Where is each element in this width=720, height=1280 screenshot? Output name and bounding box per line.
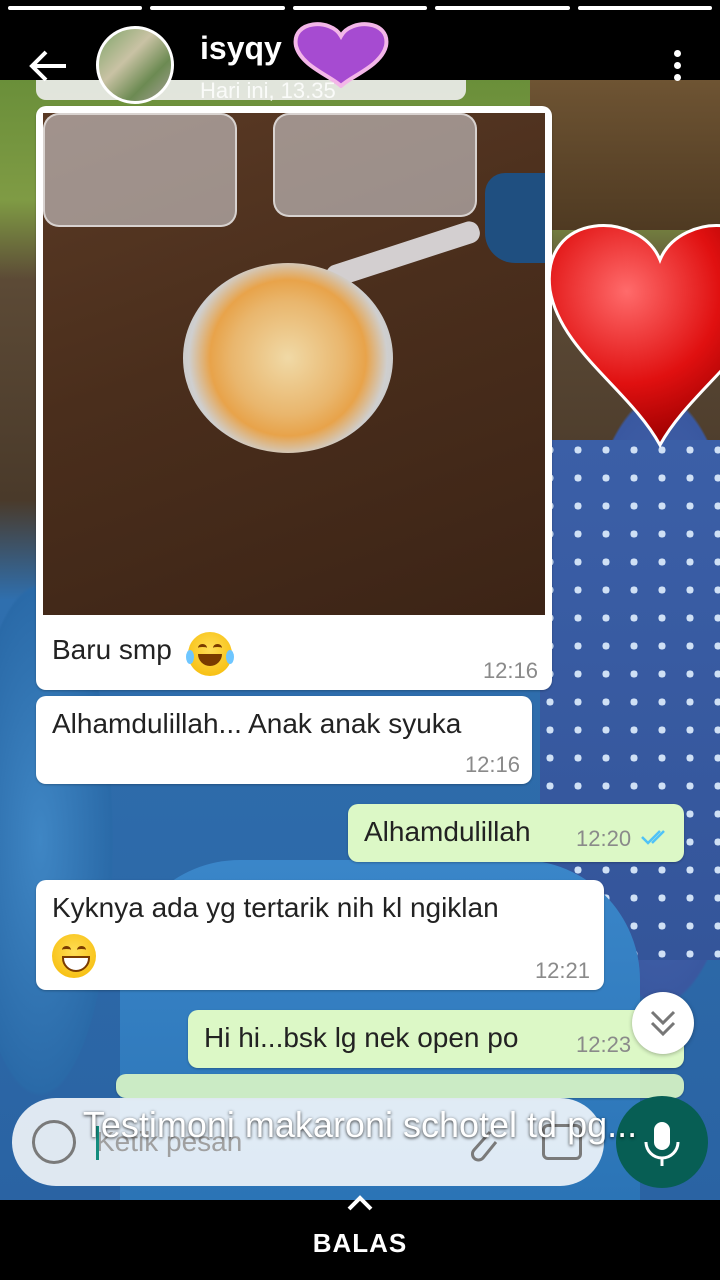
red-heart-sticker: [547, 224, 720, 449]
message-time: 12:16: [464, 752, 520, 777]
face-with-tears-of-joy-icon: [186, 632, 234, 676]
message-bubble[interactable]: Alhamdulillah 12:20: [348, 804, 684, 862]
emoji-eye: [213, 644, 222, 652]
message-time: 12:20: [576, 826, 632, 851]
grinning-face-icon: [52, 934, 96, 978]
emoji-eye: [198, 644, 207, 652]
emoji-eye: [77, 946, 86, 954]
emoji-tear: [186, 650, 194, 664]
partial-next-bubble: [116, 1074, 684, 1098]
macaroni-schotel-photo[interactable]: [43, 113, 545, 615]
emoji-mouth: [62, 956, 90, 972]
menu-dot: [674, 50, 681, 57]
image-message-bubble[interactable]: Baru smp 12:16: [36, 106, 552, 690]
message-bubble[interactable]: Kyknya ada yg tertarik nih kl ngiklan 12…: [36, 880, 604, 990]
message-text: Baru smp: [52, 634, 172, 665]
story-caption: Testimoni makaroni schotel td pg...: [82, 1104, 638, 1145]
chevron-up-icon[interactable]: [346, 1194, 374, 1212]
emoji-eye: [62, 946, 71, 954]
foil-dish: [183, 263, 393, 453]
message-time: 12:21: [534, 958, 590, 983]
plastic-spoon: [323, 218, 483, 290]
last-seen-time: Hari ini, 13.35: [200, 78, 336, 103]
more-vert-icon[interactable]: [674, 50, 682, 82]
desk-lamp: [485, 173, 545, 263]
avatar[interactable]: [96, 26, 174, 104]
message-bubble[interactable]: Hi hi...bsk lg nek open po 12:23: [188, 1010, 684, 1068]
back-arrow-icon[interactable]: [26, 44, 70, 88]
message-time: 12:16: [482, 658, 538, 683]
menu-dot: [674, 62, 681, 69]
food-container: [43, 113, 237, 227]
read-ticks-icon: [641, 830, 665, 845]
background-wall: [530, 80, 720, 230]
food-container: [273, 113, 477, 217]
message-bubble[interactable]: Alhamdulillah... Anak anak syuka 12:16: [36, 696, 532, 784]
reply-label[interactable]: BALAS: [0, 1228, 720, 1259]
emoji-tear: [226, 650, 234, 664]
emoji-mouth: [198, 654, 222, 666]
message-time: 12:23: [576, 1032, 632, 1057]
chevron-double-down-icon: [650, 1010, 676, 1037]
contact-name: isyqy: [200, 30, 282, 66]
message-text: Hi hi...bsk lg nek open po: [204, 1022, 519, 1053]
story-header: isyqy Hari ini, 13.35: [0, 0, 720, 104]
menu-dot: [674, 74, 681, 81]
message-text: Alhamdulillah... Anak anak syuka: [52, 708, 462, 739]
scroll-to-bottom-button[interactable]: [632, 992, 694, 1054]
message-text: Kyknya ada yg tertarik nih kl ngiklan: [52, 892, 499, 923]
message-text: Alhamdulillah: [364, 816, 531, 847]
